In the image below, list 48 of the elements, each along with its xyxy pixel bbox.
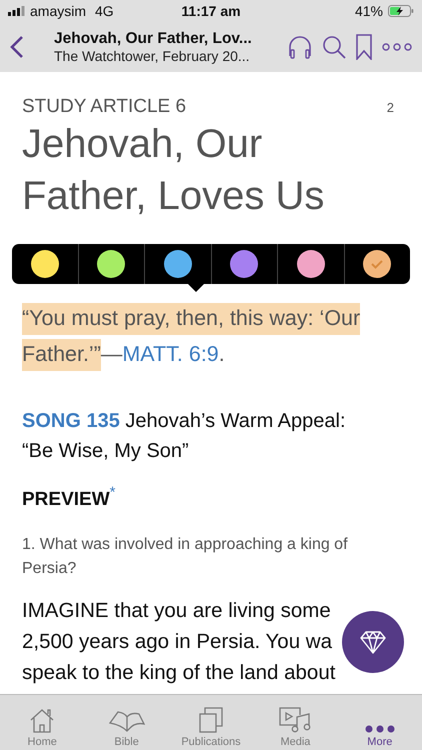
footnote-link[interactable]: * <box>110 484 116 501</box>
tab[interactable]: Publications <box>168 695 254 750</box>
color-swatch[interactable] <box>97 250 126 278</box>
search-icon[interactable] <box>322 35 346 59</box>
preview-heading: PREVIEW <box>22 489 110 510</box>
paragraph-line: 2,500 years ago in Persia. You wa <box>22 629 332 655</box>
tab[interactable]: More <box>338 695 422 750</box>
more-icon <box>364 725 395 733</box>
battery-icon <box>388 5 414 17</box>
dash: — <box>100 342 122 366</box>
network-type: 4G <box>95 3 114 19</box>
highlighted-quote: “You must pray, then, this way: ‘Our <box>22 303 360 335</box>
period: . <box>218 342 225 366</box>
tab[interactable]: Home <box>0 695 84 750</box>
article-label: STUDY ARTICLE 6 <box>22 96 186 118</box>
paragraph-line: speak to the king of the land about <box>22 660 336 686</box>
song-title: “Be Wise, My Son” <box>22 440 189 462</box>
song-link[interactable]: SONG 135 <box>22 410 120 432</box>
battery-percent: 41% <box>354 3 383 19</box>
highlighted-quote: Father.’” <box>22 339 101 371</box>
tab[interactable]: Bible <box>84 695 169 750</box>
nav-subtitle: The Watchtower, February 20... <box>54 48 251 64</box>
page-number: 2 <box>386 100 394 114</box>
color-swatch[interactable] <box>363 250 392 278</box>
media-icon <box>279 707 312 733</box>
color-swatch[interactable] <box>164 250 192 278</box>
diamond-icon <box>360 630 386 654</box>
paragraph-line: IMAGINE that you are living some <box>22 598 331 624</box>
color-swatch[interactable] <box>296 250 325 278</box>
book-icon <box>108 709 145 733</box>
color-swatch[interactable] <box>30 250 59 278</box>
more-icon[interactable] <box>382 43 412 51</box>
song-title: Jehovah’s Warm Appeal: <box>125 410 346 432</box>
pages-icon <box>199 707 224 733</box>
carrier: amaysim <box>30 3 86 19</box>
nav-title: Jehovah, Our Father, Lov... <box>54 30 253 48</box>
clock: 11:17 am <box>181 3 241 19</box>
article-title: Father, Loves Us <box>22 173 326 220</box>
scripture-link[interactable]: MATT. 6:9 <box>122 342 219 366</box>
home-icon <box>29 707 56 733</box>
study-question: 1. What was involved in approaching a king of Persia? <box>22 535 349 579</box>
bookmark-icon[interactable] <box>356 34 372 60</box>
tab[interactable]: Media <box>253 695 338 750</box>
headphones-icon[interactable] <box>288 34 312 60</box>
color-swatch[interactable] <box>230 250 258 278</box>
signal-icon <box>8 6 25 16</box>
back-icon[interactable] <box>10 35 24 59</box>
article-title: Jehovah, Our <box>22 121 264 168</box>
